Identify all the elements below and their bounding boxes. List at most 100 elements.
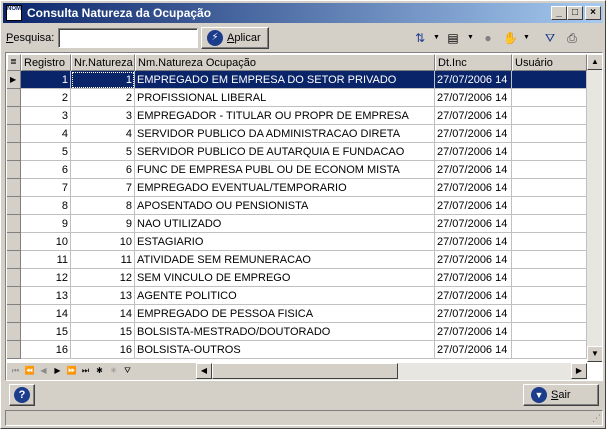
sort-icon[interactable]: ⇅ <box>413 31 427 45</box>
title-bar[interactable]: NOM Consulta Natureza da Ocupação _ □ × <box>3 3 603 23</box>
cell-dt-inc[interactable]: 27/07/2006 14 <box>435 161 512 179</box>
next-page-icon[interactable]: ⏩ <box>65 364 78 378</box>
cell-dt-inc[interactable]: 27/07/2006 14 <box>435 215 512 233</box>
cell-nr-natureza[interactable]: 14 <box>71 305 135 323</box>
table-row[interactable]: 16 16 BOLSISTA-OUTROS 27/07/2006 14 <box>7 341 587 359</box>
cell-dt-inc[interactable]: 27/07/2006 14 <box>435 233 512 251</box>
table-row[interactable]: 12 12 SEM VINCULO DE EMPREGO 27/07/2006 14 <box>7 269 587 287</box>
table-row[interactable]: ▶ 1 1 EMPREGADO EM EMPRESA DO SETOR PRIVADO… <box>7 71 587 89</box>
table-row[interactable]: 11 11 ATIVIDADE SEM REMUNERACAO 27/07/2006 … <box>7 251 587 269</box>
header-usuario[interactable]: Usuário <box>512 54 587 71</box>
scroll-left-icon[interactable]: ◀ <box>196 363 212 379</box>
hand-icon[interactable]: ✋ <box>503 31 518 45</box>
cell-nm-natureza[interactable]: PROFISSIONAL LIBERAL <box>135 89 435 107</box>
cell-dt-inc[interactable]: 27/07/2006 14 <box>435 143 512 161</box>
row-indicator[interactable] <box>7 305 21 323</box>
cell-nm-natureza[interactable]: ATIVIDADE SEM REMUNERACAO <box>135 251 435 269</box>
table-row[interactable]: 9 9 NAO UTILIZADO 27/07/2006 14 <box>7 215 587 233</box>
cell-usuario[interactable] <box>512 323 587 341</box>
exit-button[interactable]: ▼ Sair <box>523 384 599 406</box>
row-indicator[interactable] <box>7 143 21 161</box>
cell-nr-natureza[interactable]: 3 <box>71 107 135 125</box>
cell-registro[interactable]: 9 <box>21 215 71 233</box>
scroll-right-icon[interactable]: ▶ <box>571 363 587 379</box>
cell-registro[interactable]: 13 <box>21 287 71 305</box>
row-indicator[interactable] <box>7 269 21 287</box>
cell-usuario[interactable] <box>512 269 587 287</box>
cell-dt-inc[interactable]: 27/07/2006 14 <box>435 125 512 143</box>
sort-dropdown-icon[interactable]: ▼ <box>433 33 440 43</box>
cell-nm-natureza[interactable]: NAO UTILIZADO <box>135 215 435 233</box>
cell-registro[interactable]: 1 <box>21 71 71 89</box>
table-row[interactable]: 5 5 SERVIDOR PUBLICO DE AUTARQUIA E FUNDAC… <box>7 143 587 161</box>
cell-nm-natureza[interactable]: BOLSISTA-OUTROS <box>135 341 435 359</box>
table-row[interactable]: 13 13 AGENTE POLITICO 27/07/2006 14 <box>7 287 587 305</box>
cell-nm-natureza[interactable]: APOSENTADO OU PENSIONISTA <box>135 197 435 215</box>
cell-dt-inc[interactable]: 27/07/2006 14 <box>435 287 512 305</box>
vertical-scrollbar[interactable]: ▲ ▼ <box>587 54 602 362</box>
row-indicator[interactable] <box>7 215 21 233</box>
resize-grip-icon[interactable]: ⋰ <box>589 412 601 424</box>
cell-registro[interactable]: 15 <box>21 323 71 341</box>
cell-usuario[interactable] <box>512 143 587 161</box>
row-indicator[interactable] <box>7 161 21 179</box>
cell-dt-inc[interactable]: 27/07/2006 14 <box>435 341 512 359</box>
help-button[interactable]: ? <box>9 384 35 406</box>
first-record-icon[interactable]: ⏮ <box>9 364 22 378</box>
horizontal-scroll-thumb[interactable] <box>212 363 398 379</box>
cell-usuario[interactable] <box>512 71 587 89</box>
apply-button[interactable]: ⚡ Aplicar <box>201 27 269 49</box>
insert-record-icon[interactable]: ✱ <box>93 364 106 378</box>
record-icon[interactable]: ● <box>481 31 495 45</box>
cell-registro[interactable]: 10 <box>21 233 71 251</box>
cell-registro[interactable]: 4 <box>21 125 71 143</box>
cell-nr-natureza[interactable]: 1 <box>71 71 135 89</box>
data-grid[interactable]: ≣ Registro Nr.Natureza Nm.Natureza Ocupa… <box>5 52 603 381</box>
header-dt-inc[interactable]: Dt.Inc <box>435 54 512 71</box>
cell-usuario[interactable] <box>512 197 587 215</box>
header-nm-natureza[interactable]: Nm.Natureza Ocupação <box>135 54 435 71</box>
cell-dt-inc[interactable]: 27/07/2006 14 <box>435 89 512 107</box>
cell-nm-natureza[interactable]: EMPREGADO DE PESSOA FISICA <box>135 305 435 323</box>
search-input[interactable] <box>58 28 198 48</box>
cell-registro[interactable]: 3 <box>21 107 71 125</box>
cell-registro[interactable]: 8 <box>21 197 71 215</box>
column-menu-icon[interactable]: ≣ <box>7 54 21 71</box>
close-button[interactable]: × <box>585 6 601 20</box>
cell-nr-natureza[interactable]: 4 <box>71 125 135 143</box>
cell-dt-inc[interactable]: 27/07/2006 14 <box>435 71 512 89</box>
cell-usuario[interactable] <box>512 107 587 125</box>
scroll-down-icon[interactable]: ▼ <box>587 346 602 362</box>
table-row[interactable]: 14 14 EMPREGADO DE PESSOA FISICA 27/07/2006… <box>7 305 587 323</box>
cell-usuario[interactable] <box>512 215 587 233</box>
cell-usuario[interactable] <box>512 305 587 323</box>
cell-nr-natureza[interactable]: 10 <box>71 233 135 251</box>
row-indicator[interactable] <box>7 287 21 305</box>
row-indicator[interactable] <box>7 179 21 197</box>
scroll-up-icon[interactable]: ▲ <box>587 54 602 70</box>
table-row[interactable]: 15 15 BOLSISTA-MESTRADO/DOUTORADO 27/07/200… <box>7 323 587 341</box>
refresh-icon[interactable]: ✳ <box>107 364 120 378</box>
maximize-button[interactable]: □ <box>567 6 583 20</box>
table-row[interactable]: 3 3 EMPREGADOR - TITULAR OU PROPR DE EMPRE… <box>7 107 587 125</box>
cell-nr-natureza[interactable]: 13 <box>71 287 135 305</box>
cell-dt-inc[interactable]: 27/07/2006 14 <box>435 323 512 341</box>
cell-dt-inc[interactable]: 27/07/2006 14 <box>435 251 512 269</box>
row-indicator[interactable] <box>7 251 21 269</box>
row-indicator[interactable] <box>7 197 21 215</box>
cell-nr-natureza[interactable]: 8 <box>71 197 135 215</box>
columns-dropdown-icon[interactable]: ▼ <box>467 33 474 43</box>
cell-nm-natureza[interactable]: BOLSISTA-MESTRADO/DOUTORADO <box>135 323 435 341</box>
cell-dt-inc[interactable]: 27/07/2006 14 <box>435 107 512 125</box>
cell-nm-natureza[interactable]: SERVIDOR PUBLICO DA ADMINISTRACAO DIRETA <box>135 125 435 143</box>
next-record-icon[interactable]: ▶ <box>51 364 64 378</box>
cell-registro[interactable]: 2 <box>21 89 71 107</box>
last-record-icon[interactable]: ⏭ <box>79 364 92 378</box>
row-indicator[interactable] <box>7 233 21 251</box>
table-row[interactable]: 2 2 PROFISSIONAL LIBERAL 27/07/2006 14 <box>7 89 587 107</box>
table-row[interactable]: 7 7 EMPREGADO EVENTUAL/TEMPORARIO 27/07/200… <box>7 179 587 197</box>
cell-nm-natureza[interactable]: EMPREGADO EM EMPRESA DO SETOR PRIVADO <box>135 71 435 89</box>
cell-registro[interactable]: 14 <box>21 305 71 323</box>
columns-icon[interactable]: ▤ <box>446 31 460 45</box>
header-nr-natureza[interactable]: Nr.Natureza <box>71 54 135 71</box>
